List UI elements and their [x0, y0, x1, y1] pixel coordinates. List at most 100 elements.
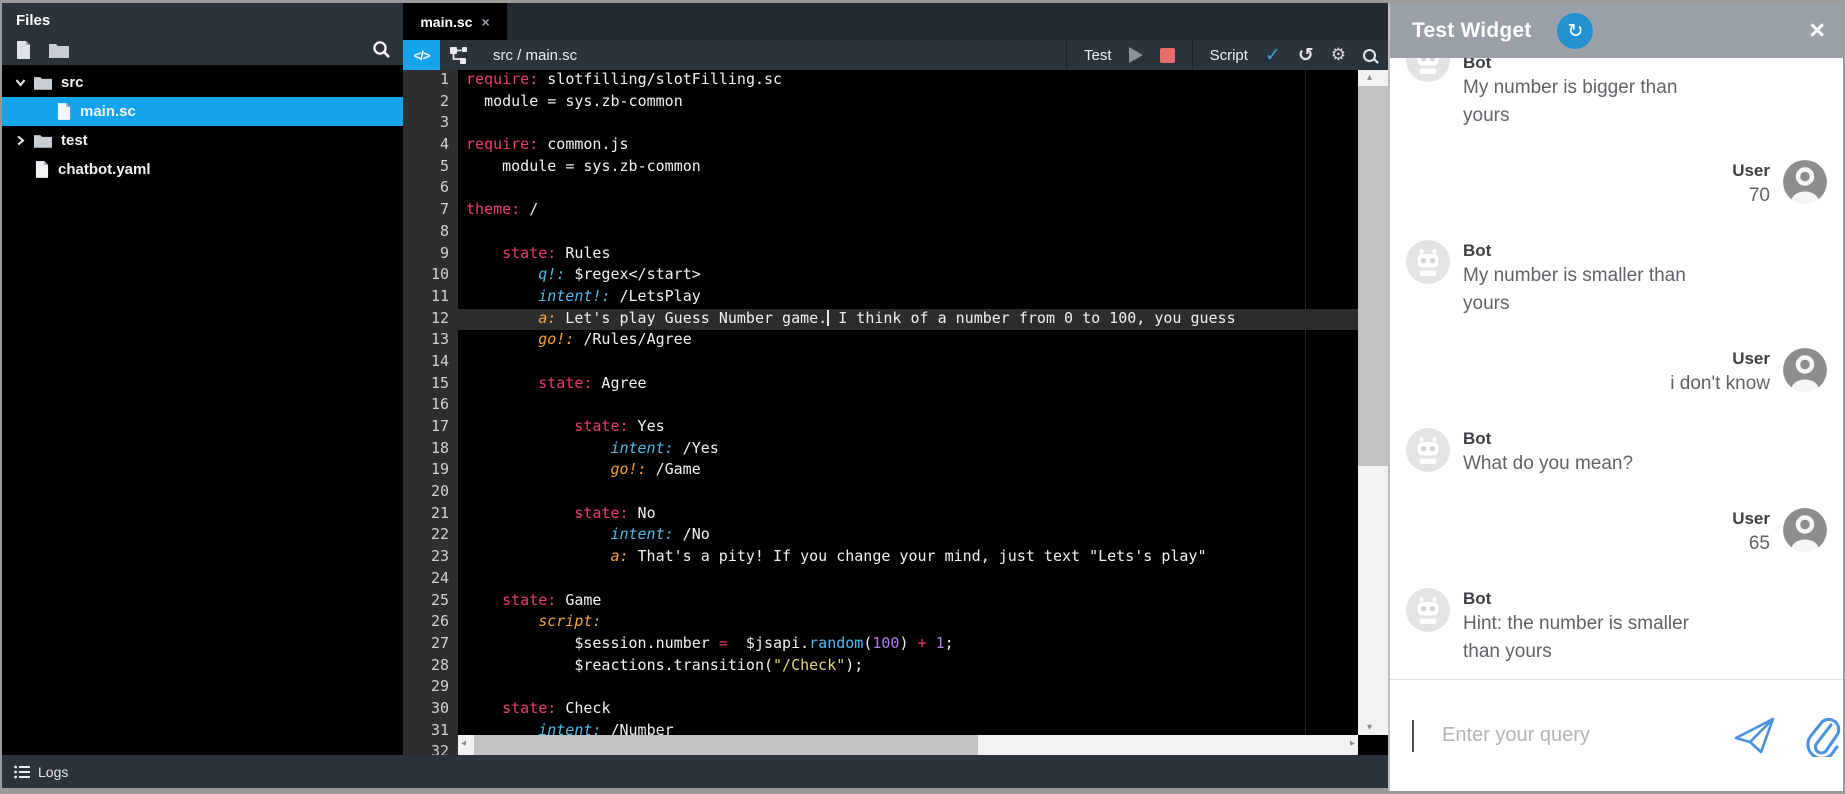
bot-avatar [1406, 58, 1450, 82]
message-body: User 70 [1732, 160, 1770, 210]
scroll-up-icon[interactable]: ▴ [1367, 72, 1372, 83]
message-user: User i don't know [1406, 348, 1827, 398]
line-number: 15 [430, 373, 449, 392]
code-line: $session.number = $jsapi.random(100) + 1… [458, 634, 1358, 656]
bot-avatar [1406, 428, 1450, 472]
code-token: intent: [610, 438, 674, 457]
undo-icon[interactable]: ↺ [1298, 44, 1314, 66]
scroll-right-icon[interactable]: ▸ [1350, 738, 1355, 749]
code-token: state: [574, 503, 629, 522]
folder-label: test [61, 132, 88, 149]
refresh-icon: ↻ [1567, 19, 1584, 42]
flow-view-button[interactable] [440, 40, 478, 70]
tab-label: main.sc [420, 13, 473, 30]
folder-icon [34, 133, 52, 148]
line-number: 23 [430, 547, 449, 566]
code-view-button[interactable]: </> [403, 40, 440, 70]
line-number: 25 [430, 590, 449, 609]
tree-file-chatbot-yaml[interactable]: chatbot.yaml [2, 155, 403, 184]
code-line: a: Let's play Guess Number game. I think… [458, 308, 1358, 331]
new-file-icon[interactable] [16, 40, 31, 59]
search-files-icon[interactable] [372, 40, 391, 59]
code-area[interactable]: 1 2 3 4 5 6 7 8 9 10 11 12 13 14 15 16 17 18 19 20 21 22 23 24 2… [403, 70, 1388, 755]
scroll-down-icon[interactable]: ▾ [1367, 722, 1372, 733]
line-number: 5 [439, 156, 449, 175]
message-body: User i don't know [1670, 348, 1770, 398]
code-token: q!: [538, 265, 566, 284]
files-panel-header: Files [2, 3, 403, 65]
toolbar-divider [1191, 40, 1193, 70]
message-body: Bot Hint: the number is smaller than your… [1463, 588, 1718, 666]
query-input[interactable] [1442, 724, 1707, 747]
horizontal-scrollbar[interactable]: ◂ ▸ [458, 735, 1358, 755]
code-token: state: [574, 417, 629, 435]
code-token: $jsapi. [727, 633, 810, 652]
code-token: Rules [556, 243, 611, 262]
script-valid-check-icon: ✓ [1264, 44, 1281, 66]
bot-avatar [1406, 588, 1450, 632]
code-token: / [520, 200, 539, 219]
line-number: 10 [430, 265, 449, 284]
logs-bar[interactable]: Logs [2, 755, 1388, 788]
code-token: a: [538, 308, 557, 327]
code-token: Let's play Guess Number game. [556, 308, 828, 327]
test-widget-header: Test Widget ↻ × [1390, 3, 1843, 58]
code-token: ; [944, 633, 954, 652]
message-author: Bot [1463, 241, 1492, 260]
line-number: 31 [430, 720, 449, 739]
scroll-left-icon[interactable]: ◂ [461, 738, 466, 749]
code-token: /Yes [673, 438, 719, 457]
chevron-right-icon[interactable] [14, 134, 34, 147]
chevron-down-icon[interactable] [14, 76, 34, 89]
code-token: 100 [872, 633, 900, 652]
send-message-icon[interactable] [1733, 716, 1777, 756]
code-token: "/Check" [773, 655, 846, 674]
line-number: 28 [430, 655, 449, 674]
settings-gear-icon[interactable]: ⚙ [1331, 45, 1346, 65]
test-label: Test [1084, 46, 1112, 64]
line-number: 32 [430, 742, 449, 755]
code-line: $reactions.transition("/Check"); [458, 656, 1358, 678]
attach-file-icon[interactable] [1803, 715, 1841, 757]
code-token: go!: [538, 330, 575, 349]
tree-folder-src[interactable]: src [2, 68, 403, 97]
line-number: 1 [439, 70, 449, 88]
code-line: require: common.js [458, 135, 1358, 157]
message-text: Hint: the number is smaller than yours [1463, 613, 1689, 662]
code-editor[interactable]: require: slotfilling/slotFilling.sc modu… [458, 70, 1358, 755]
code-line: state: Rules [458, 244, 1358, 266]
tree-file-main-sc[interactable]: main.sc [2, 97, 403, 126]
user-avatar [1783, 160, 1827, 204]
user-avatar [1783, 508, 1827, 552]
restart-session-button[interactable]: ↻ [1557, 12, 1594, 49]
code-token: module = sys.zb-common [502, 156, 701, 175]
code-token: common.js [538, 135, 629, 154]
message-author: User [1732, 161, 1770, 180]
code-line: script: [458, 612, 1358, 634]
line-number: 12 [430, 308, 449, 327]
new-folder-icon[interactable] [49, 42, 69, 58]
tab-close-icon[interactable]: × [481, 14, 489, 30]
toolbar-divider [1066, 40, 1068, 70]
file-label: main.sc [80, 103, 136, 120]
file-icon [57, 103, 71, 120]
code-line: state: Agree [458, 374, 1358, 396]
code-line: a: That's a pity! If you change your min… [458, 547, 1358, 569]
tab-main-sc[interactable]: main.sc × [403, 3, 507, 40]
tree-folder-test[interactable]: test [2, 126, 403, 155]
script-label: Script [1209, 46, 1248, 64]
horizontal-scroll-thumb[interactable] [474, 735, 978, 755]
stop-test-button[interactable] [1159, 47, 1175, 63]
message-bot: Bot My number is smaller than yours [1406, 240, 1827, 318]
message-author: User [1732, 509, 1770, 528]
code-token: That's a pity! If you change your mind, … [628, 547, 1207, 566]
close-widget-icon[interactable]: × [1809, 17, 1825, 44]
run-test-button[interactable] [1128, 47, 1143, 63]
code-token: 1 [935, 633, 945, 652]
search-code-icon[interactable] [1363, 48, 1376, 62]
vertical-scroll-thumb[interactable] [1358, 86, 1388, 466]
vertical-scrollbar[interactable]: ▴ ▾ [1358, 70, 1388, 735]
